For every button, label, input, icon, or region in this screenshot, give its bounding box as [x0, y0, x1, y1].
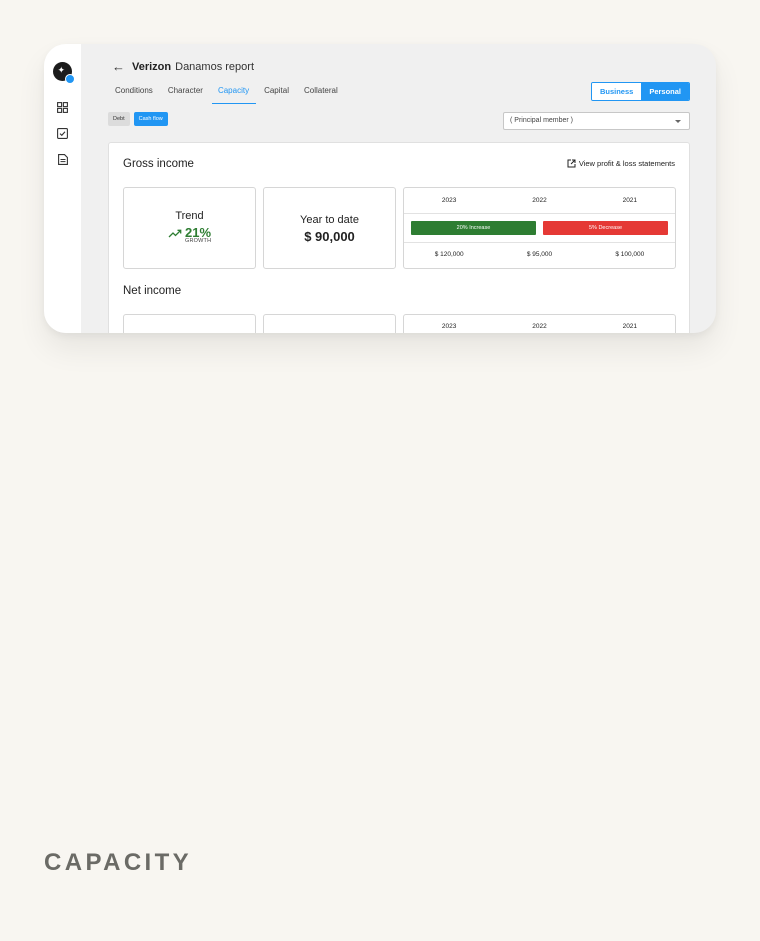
view-pl-statements-link[interactable]: View profit & loss statements [567, 159, 675, 168]
business-personal-toggle: Business Personal [590, 82, 690, 101]
grid-icon[interactable] [56, 100, 70, 114]
checkbox-icon[interactable] [56, 126, 70, 140]
net-ytd-card [263, 314, 396, 333]
trend-card: Trend 21% GROWTH [123, 187, 256, 269]
tab-capital[interactable]: Capital [264, 86, 296, 101]
page-header: ← Verizon Danamos report [112, 59, 254, 74]
member-select-value: ( Principal member ) [510, 117, 574, 124]
ytd-value: $ 90,000 [304, 229, 355, 244]
net-income-title: Net income [123, 285, 182, 297]
year-2023: 2023 [441, 197, 457, 204]
page-title: Danamos report [175, 60, 254, 73]
debt-chip[interactable]: Debt [108, 112, 130, 126]
trending-up-icon [168, 229, 182, 238]
filter-chips: Debt Cash flow [108, 112, 168, 126]
year-2021: 2021 [622, 197, 638, 204]
sidebar: ✦ [44, 44, 81, 333]
amount-2021: $ 100,000 [615, 251, 645, 258]
cash-flow-chip[interactable]: Cash flow [133, 112, 168, 126]
personal-button[interactable]: Personal [641, 83, 689, 100]
trend-label: Trend [175, 210, 204, 222]
view-link-label: View profit & loss statements [578, 159, 675, 168]
tab-conditions[interactable]: Conditions [115, 86, 160, 101]
amount-2023: $ 120,000 [434, 251, 464, 258]
tab-collateral[interactable]: Collateral [304, 86, 345, 101]
net-year-headers: 2023 2022 2021 [404, 323, 675, 330]
tab-character[interactable]: Character [168, 86, 210, 101]
main-content: ← Verizon Danamos report Conditions Char… [81, 44, 716, 333]
app-window: ✦ ← Verizon Danamos report Conditions Ch… [44, 44, 716, 333]
gross-income-title: Gross income [123, 158, 194, 170]
tab-capacity[interactable]: Capacity [211, 86, 257, 104]
open-external-icon [567, 159, 576, 168]
ytd-label: Year to date [300, 214, 359, 226]
logo-star-icon: ✦ [57, 65, 66, 75]
member-select[interactable]: ( Principal member ) [503, 112, 690, 130]
trend-sub-label: GROWTH [185, 238, 212, 244]
net-year-2023: 2023 [441, 323, 457, 330]
net-year-2021: 2021 [622, 323, 638, 330]
net-trend-card [123, 314, 256, 333]
app-logo[interactable]: ✦ [52, 62, 75, 84]
net-yearly-card: 2023 2022 2021 [403, 314, 676, 333]
increase-bar: 20% Increase [411, 221, 536, 235]
year-headers: 2023 2022 2021 [404, 197, 675, 204]
trend-value-group: 21% GROWTH [168, 226, 211, 244]
yearly-comparison-card: 2023 2022 2021 20% Increase 5% Decrease … [403, 187, 676, 269]
net-year-2022: 2022 [532, 323, 547, 330]
report-tabs: Conditions Character Capacity Capital Co… [115, 86, 353, 104]
document-icon[interactable] [56, 152, 70, 166]
page-title-company: Verizon [132, 60, 172, 73]
divider [404, 242, 675, 243]
year-amounts: $ 120,000 $ 95,000 $ 100,000 [404, 251, 675, 258]
caret-down-icon [675, 120, 681, 123]
section-caption: CAPACITY [44, 849, 193, 876]
amount-2022: $ 95,000 [526, 251, 553, 258]
income-panel: Gross income View profit & loss statemen… [108, 142, 690, 333]
business-button[interactable]: Business [591, 83, 642, 100]
arrow-left-icon[interactable]: ← [112, 59, 125, 74]
decrease-bar: 5% Decrease [543, 221, 668, 235]
year-2022: 2022 [532, 197, 547, 204]
ytd-card: Year to date $ 90,000 [263, 187, 396, 269]
divider [404, 213, 675, 214]
